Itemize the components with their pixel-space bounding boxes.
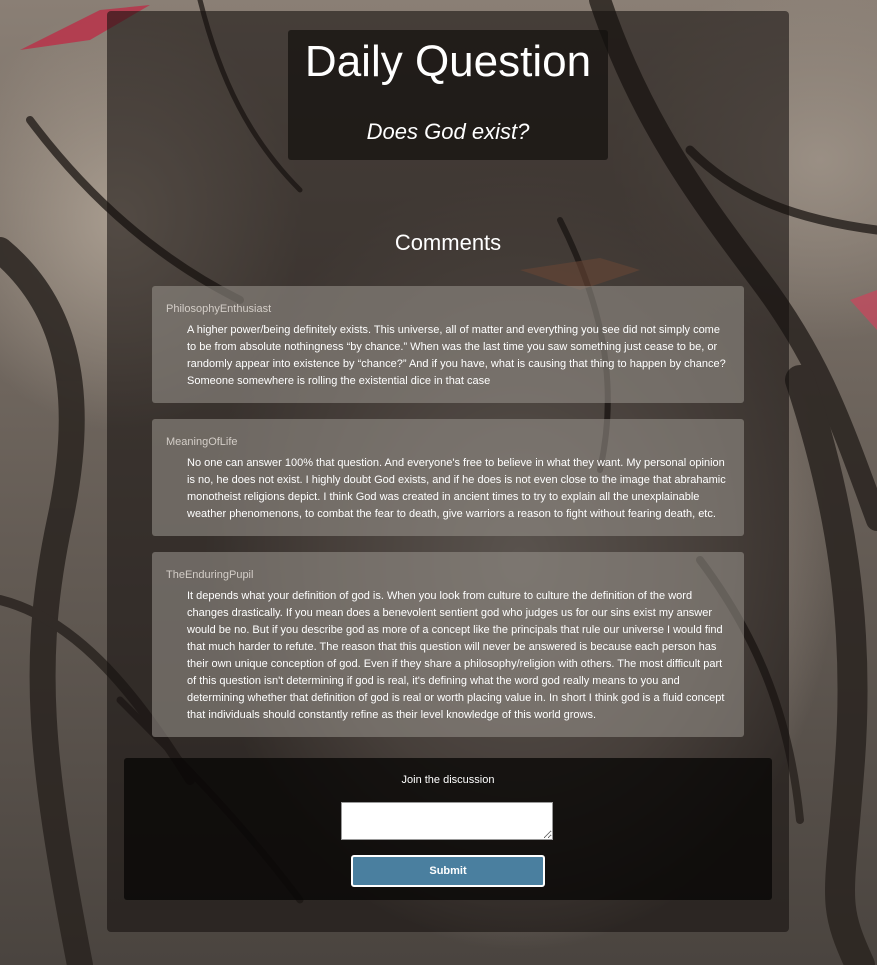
comment-card: MeaningOfLife No one can answer 100% tha… xyxy=(152,419,744,536)
page-title: Daily Question xyxy=(304,37,592,86)
join-discussion-label: Join the discussion xyxy=(401,774,495,786)
comment-text: A higher power/being definitely exists. … xyxy=(187,324,726,387)
comment-text: No one can answer 100% that question. An… xyxy=(187,457,726,520)
comments-heading: Comments xyxy=(394,230,502,255)
daily-question-header: Daily Question Does God exist? xyxy=(288,30,608,160)
comment-author: TheEnduringPupil xyxy=(166,569,254,581)
comment-card: PhilosophyEnthusiast A higher power/bein… xyxy=(152,286,744,403)
comment-author: MeaningOfLife xyxy=(166,436,238,448)
daily-question-text: Does God exist? xyxy=(366,118,530,144)
comment-author: PhilosophyEnthusiast xyxy=(166,303,272,315)
comment-card: TheEnduringPupil It depends what your de… xyxy=(152,552,744,737)
comment-text: It depends what your definition of god i… xyxy=(187,590,725,721)
submit-button[interactable]: Submit xyxy=(351,855,545,887)
join-discussion-form: Join the discussion Submit xyxy=(124,758,772,900)
comment-textarea[interactable] xyxy=(341,802,553,840)
